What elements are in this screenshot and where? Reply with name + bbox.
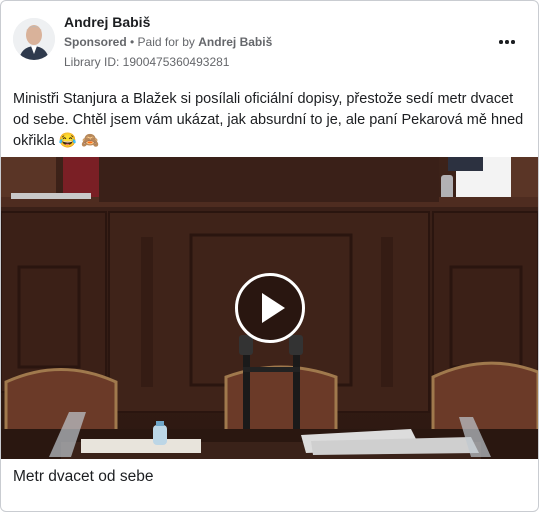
- more-options-icon-dot: [511, 40, 515, 44]
- media-caption: Metr dvacet od sebe: [13, 468, 154, 485]
- author-avatar[interactable]: [13, 18, 55, 60]
- post-text: Ministři Stanjura a Blažek si posílali o…: [13, 91, 524, 149]
- meta-separator: •: [126, 35, 138, 49]
- more-options-icon: [499, 40, 503, 44]
- library-id: Library ID: 1900475360493281: [64, 55, 230, 69]
- paid-for-prefix: Paid for by: [137, 35, 199, 49]
- more-options-icon-dot: [505, 40, 509, 44]
- sponsored-line: Sponsored • Paid for by Andrej Babiš: [64, 35, 272, 49]
- video-player[interactable]: [1, 157, 538, 459]
- play-icon: [262, 293, 285, 323]
- ad-card: Andrej Babiš Sponsored • Paid for by And…: [0, 0, 539, 512]
- more-options-button[interactable]: [495, 31, 519, 51]
- author-name[interactable]: Andrej Babiš: [64, 14, 150, 30]
- play-button[interactable]: [235, 273, 305, 343]
- media-caption-bar[interactable]: Metr dvacet od sebe: [1, 459, 538, 497]
- paid-for-name: Andrej Babiš: [198, 35, 273, 49]
- sponsored-label[interactable]: Sponsored: [64, 35, 127, 49]
